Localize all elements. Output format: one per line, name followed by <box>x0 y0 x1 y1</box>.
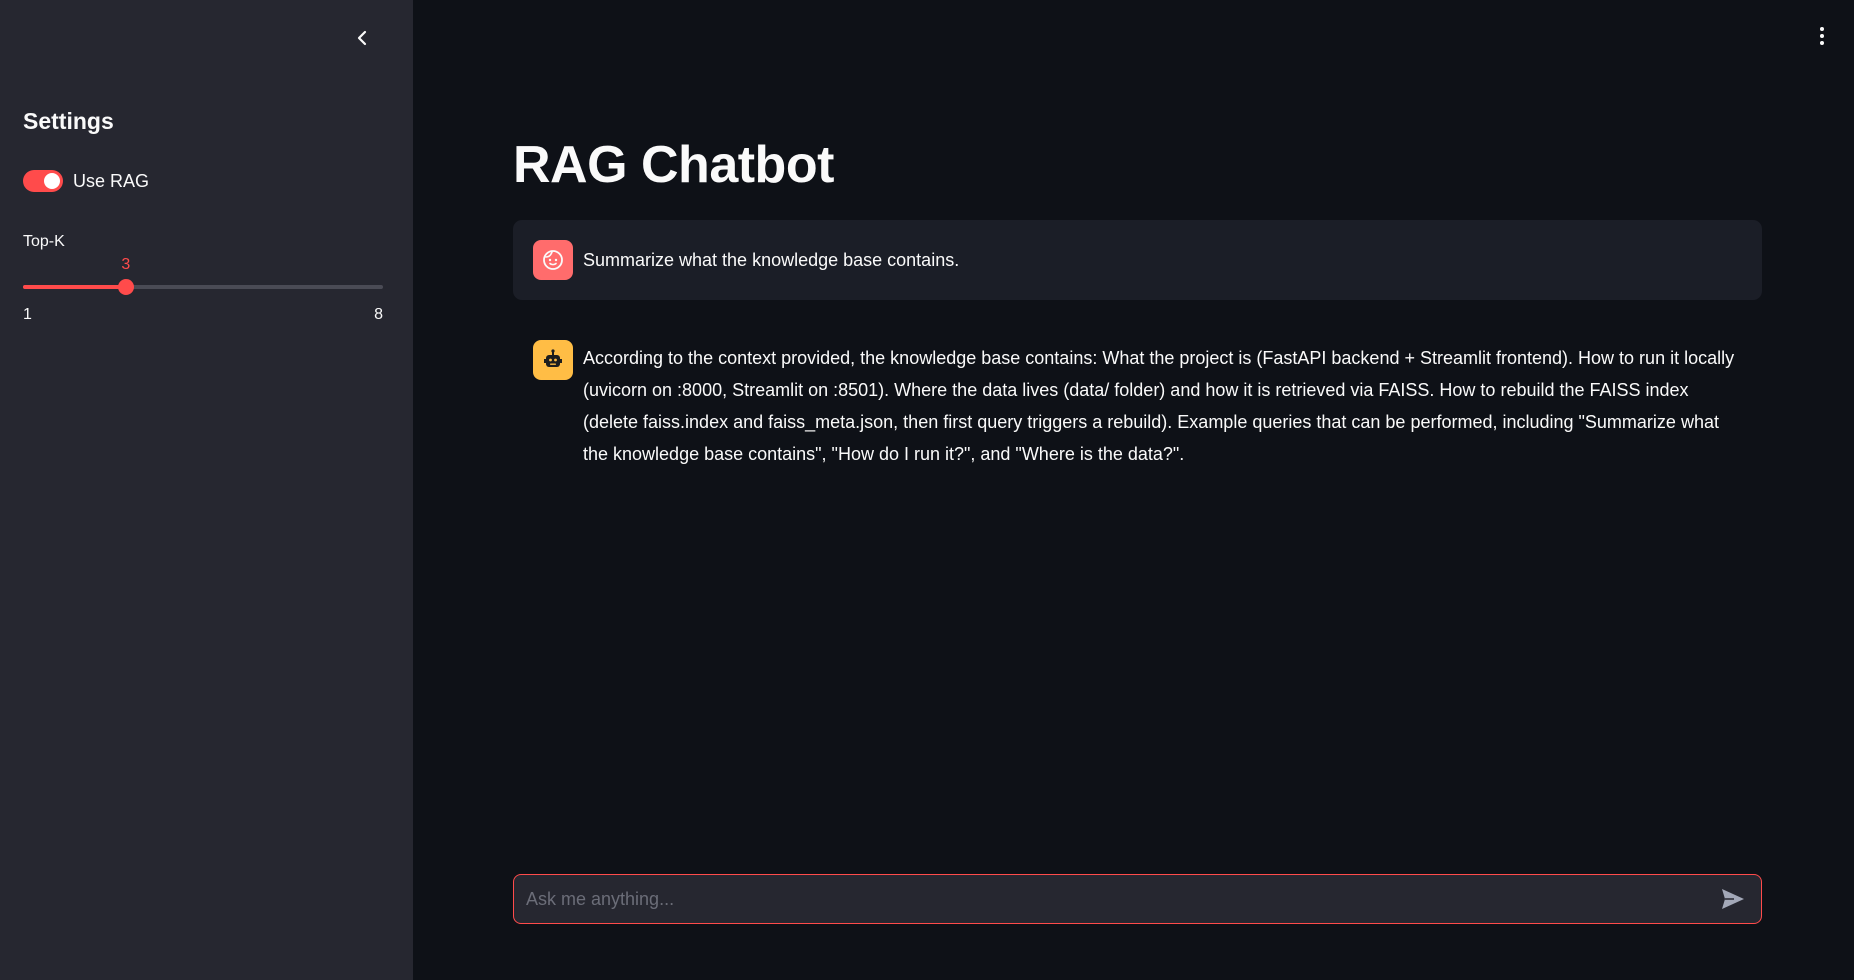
use-rag-label: Use RAG <box>73 170 150 191</box>
slider-min-label: 1 <box>23 306 32 323</box>
chat-input[interactable] <box>526 888 1717 910</box>
send-icon <box>1722 889 1744 909</box>
assistant-avatar <box>533 340 573 380</box>
face-icon <box>543 250 563 270</box>
menu-dot-icon <box>1820 34 1824 38</box>
sidebar-title: Settings <box>23 108 114 134</box>
sidebar: Settings Use RAG Top-K 3 1 8 <box>0 0 413 980</box>
use-rag-toggle[interactable] <box>23 170 63 192</box>
toggle-knob <box>44 173 60 189</box>
menu-dot-icon <box>1820 41 1824 45</box>
user-avatar <box>533 240 573 280</box>
menu-dot-icon <box>1820 27 1824 31</box>
collapse-sidebar-button[interactable] <box>348 24 376 52</box>
slider-max-label: 8 <box>374 306 383 323</box>
send-button[interactable] <box>1717 883 1749 915</box>
slider-value: 3 <box>121 256 131 273</box>
robot-icon <box>544 349 562 367</box>
slider-track[interactable] <box>23 279 383 295</box>
slider-thumb[interactable] <box>117 279 134 295</box>
use-rag-toggle-row[interactable]: Use RAG <box>23 170 149 192</box>
page-title: RAG Chatbot <box>513 136 834 194</box>
chat-message-assistant: According to the context provided, the k… <box>513 320 1762 490</box>
top-k-slider[interactable]: 3 1 8 <box>23 256 383 326</box>
slider-fill <box>23 285 126 289</box>
user-message-text: Summarize what the knowledge base contai… <box>583 250 960 270</box>
chevron-left-icon <box>357 30 367 46</box>
main-menu-button[interactable] <box>1808 22 1836 50</box>
chat-message-user: Summarize what the knowledge base contai… <box>513 220 1762 300</box>
top-k-label: Top-K <box>23 233 65 250</box>
chat-input-container[interactable] <box>513 874 1762 924</box>
assistant-message-text: According to the context provided, the k… <box>583 348 1735 464</box>
